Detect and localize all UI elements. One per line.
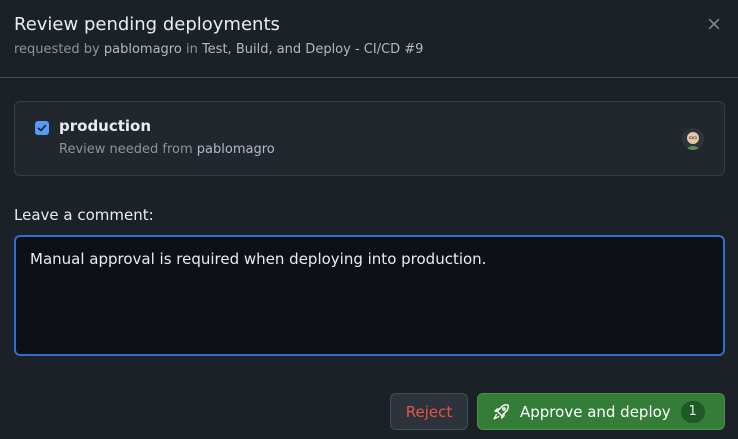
subtitle-middle: in [181, 42, 202, 57]
avatar[interactable] [682, 128, 704, 150]
environment-card: production Review needed from pablomagro [14, 101, 725, 176]
environment-name: production [59, 117, 152, 135]
comment-label: Leave a comment: [14, 206, 154, 224]
review-deployments-dialog: Review pending deployments requested by … [0, 0, 738, 439]
reviewer-link[interactable]: pablomagro [197, 142, 275, 157]
dialog-header: Review pending deployments requested by … [0, 0, 738, 78]
close-button[interactable] [702, 12, 726, 36]
comment-textarea[interactable] [14, 235, 725, 356]
approve-counter-badge: 1 [680, 400, 705, 423]
checkmark-icon [37, 124, 47, 132]
environment-checkbox[interactable] [35, 121, 49, 135]
requester-link[interactable]: pablomagro [104, 42, 182, 57]
close-icon [708, 18, 720, 30]
approve-and-deploy-button[interactable]: Approve and deploy 1 [477, 393, 725, 430]
subtitle-prefix: requested by [14, 42, 104, 57]
reject-button[interactable]: Reject [390, 393, 468, 430]
review-prefix: Review needed from [59, 142, 197, 157]
dialog-subtitle: requested by pablomagro in Test, Build, … [14, 41, 724, 59]
workflow-link[interactable]: Test, Build, and Deploy - CI/CD #9 [202, 42, 424, 57]
environment-review-text: Review needed from pablomagro [59, 142, 275, 157]
avatar-icon [682, 128, 704, 150]
dialog-title: Review pending deployments [14, 14, 280, 35]
approve-label: Approve and deploy [520, 402, 671, 421]
rocket-icon [492, 403, 510, 421]
